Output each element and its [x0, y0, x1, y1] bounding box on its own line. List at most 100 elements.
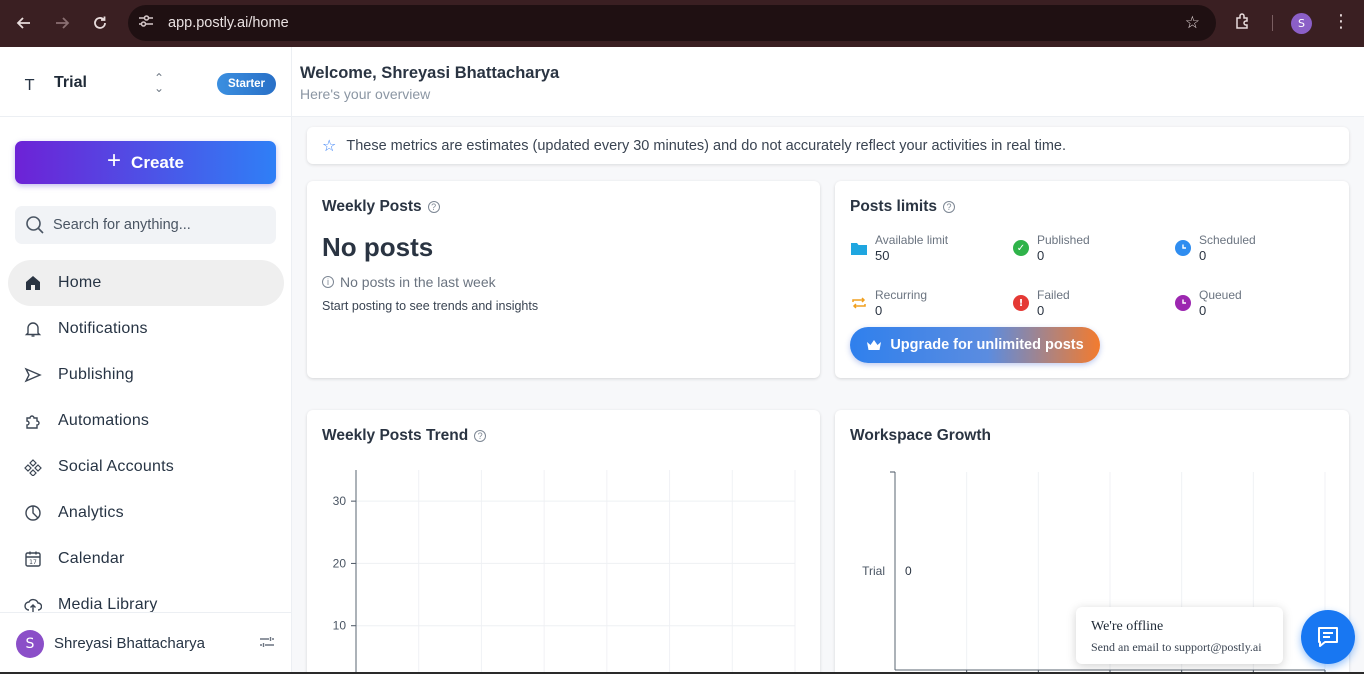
browser-profile-avatar[interactable]: S	[1291, 13, 1312, 34]
create-button-label: Create	[131, 152, 184, 172]
category-label: Trial	[862, 564, 885, 578]
sidebar-item-notifications[interactable]: Notifications	[8, 306, 284, 352]
workspace-switcher[interactable]: T Trial ⌃ ⌄ Starter	[0, 47, 291, 117]
info-icon: i	[322, 276, 334, 288]
user-profile-row[interactable]: S Shreyasi Bhattacharya	[0, 612, 291, 674]
weekly-posts-trend-card: Weekly Posts Trend ? 30 20 10	[307, 410, 820, 674]
notice-text: These metrics are estimates (updated eve…	[346, 137, 1067, 154]
weekly-posts-headline: No posts	[322, 232, 434, 262]
limit-value: 0	[1199, 303, 1207, 318]
sidebar-item-automations[interactable]: Automations	[8, 398, 284, 444]
queue-clock-icon	[1175, 295, 1191, 311]
weekly-posts-status: i No posts in the last week	[322, 274, 496, 290]
url-text: app.postly.ai/home	[168, 15, 289, 31]
help-icon[interactable]: ?	[427, 201, 440, 213]
alert-icon: !	[1013, 295, 1029, 311]
sidebar-item-label: Social Accounts	[58, 458, 174, 475]
user-name: Shreyasi Bhattacharya	[54, 635, 205, 652]
y-tick-label: 10	[333, 619, 347, 633]
limit-recurring: Recurring 0	[851, 285, 1001, 321]
back-arrow-icon[interactable]	[5, 4, 43, 42]
limit-value: 0	[1037, 303, 1045, 318]
toolbar-divider	[1272, 15, 1273, 31]
limit-scheduled: Scheduled 0	[1175, 230, 1325, 266]
weekly-trend-chart: 30 20 10	[333, 470, 796, 674]
more-menu-icon[interactable]: ⋮	[1332, 11, 1350, 32]
site-settings-icon[interactable]	[138, 14, 158, 32]
puzzle-icon	[23, 411, 43, 431]
settings-sliders-icon[interactable]	[259, 635, 275, 653]
limit-queued: Queued 0	[1175, 285, 1325, 321]
sidebar-item-label: Analytics	[58, 504, 124, 521]
sidebar-item-analytics[interactable]: Analytics	[8, 490, 284, 536]
weekly-posts-title: Weekly Posts	[322, 198, 422, 215]
sidebar-item-publishing[interactable]: Publishing	[8, 352, 284, 398]
limit-published: ✓ Published 0	[1013, 230, 1163, 266]
bookmark-star-icon[interactable]: ☆	[1185, 13, 1200, 33]
limit-value: 0	[1199, 248, 1207, 263]
bar-value-label: 0	[905, 564, 912, 578]
upgrade-button-label: Upgrade for unlimited posts	[890, 337, 1084, 353]
weekly-posts-hint: Start posting to see trends and insights	[322, 299, 539, 313]
extensions-icon[interactable]	[1234, 12, 1252, 35]
search-box[interactable]	[15, 206, 276, 244]
limit-label: Scheduled	[1199, 233, 1256, 247]
chevron-up-down-icon[interactable]: ⌃ ⌄	[154, 72, 164, 94]
check-circle-icon: ✓	[1013, 240, 1029, 256]
limit-label: Recurring	[875, 288, 928, 302]
workspace-name: Trial	[54, 74, 87, 91]
page-subtitle: Here's your overview	[300, 86, 431, 102]
sidebar-item-label: Home	[58, 274, 102, 291]
sidebar-item-calendar[interactable]: 17 Calendar	[8, 536, 284, 582]
sidebar-nav: Home Notifications Publishing Automation…	[8, 260, 284, 628]
sidebar-item-home[interactable]: Home	[8, 260, 284, 306]
chat-launcher-button[interactable]	[1301, 610, 1355, 664]
pie-chart-icon	[23, 503, 43, 523]
limit-label: Queued	[1199, 288, 1242, 302]
card-title: Weekly Posts ?	[322, 198, 440, 216]
y-tick-label: 30	[333, 494, 347, 508]
sidebar: T Trial ⌃⌄ Starter + Create Home Notific…	[0, 47, 292, 674]
main-content: Welcome, Shreyasi Bhattacharya Here's yo…	[292, 47, 1364, 674]
y-tick-label: 20	[333, 556, 347, 570]
repeat-icon	[851, 295, 867, 311]
workspace-initial: T	[25, 76, 35, 94]
address-bar[interactable]: app.postly.ai/home ☆	[128, 5, 1216, 41]
plan-badge: Starter	[217, 73, 276, 95]
sidebar-item-label: Publishing	[58, 366, 134, 383]
upgrade-button[interactable]: Upgrade for unlimited posts	[850, 327, 1100, 363]
svg-text:17: 17	[29, 559, 37, 566]
chat-icon	[1318, 627, 1338, 647]
chat-offline-bubble[interactable]: We're offline Send an email to support@p…	[1076, 607, 1283, 664]
folder-icon	[851, 240, 867, 256]
search-input[interactable]	[53, 217, 263, 233]
send-icon	[23, 365, 43, 385]
reload-icon[interactable]	[81, 4, 119, 42]
calendar-icon: 17	[23, 549, 43, 569]
weekly-posts-card: Weekly Posts ? No posts i No posts in th…	[307, 181, 820, 378]
sidebar-item-label: Automations	[58, 412, 150, 429]
chat-title: We're offline	[1091, 619, 1164, 634]
sidebar-item-social-accounts[interactable]: Social Accounts	[8, 444, 284, 490]
limit-failed: ! Failed 0	[1013, 285, 1163, 321]
page-title: Welcome, Shreyasi Bhattacharya	[300, 64, 560, 82]
page-header: Welcome, Shreyasi Bhattacharya Here's yo…	[292, 47, 1364, 117]
limit-label: Failed	[1037, 288, 1070, 302]
search-icon	[26, 216, 44, 234]
create-button[interactable]: + Create	[15, 141, 276, 184]
help-icon[interactable]: ?	[943, 201, 955, 213]
chat-subtitle: Send an email to support@postly.ai	[1091, 640, 1262, 654]
crown-icon	[867, 339, 882, 350]
avatar: S	[16, 630, 44, 658]
limit-value: 0	[875, 303, 883, 318]
limit-available: Available limit 50	[851, 230, 1001, 266]
limit-value: 50	[875, 248, 890, 263]
limit-label: Available limit	[875, 233, 949, 247]
network-icon	[23, 457, 43, 477]
limit-label: Published	[1037, 233, 1090, 247]
limit-value: 0	[1037, 248, 1045, 263]
sidebar-item-label: Notifications	[58, 320, 148, 337]
weekly-posts-status-text: No posts in the last week	[340, 274, 496, 290]
posts-limits-card: Posts limits ? Available limit 50 ✓ Publ…	[835, 181, 1349, 378]
forward-arrow-icon[interactable]	[43, 4, 81, 42]
